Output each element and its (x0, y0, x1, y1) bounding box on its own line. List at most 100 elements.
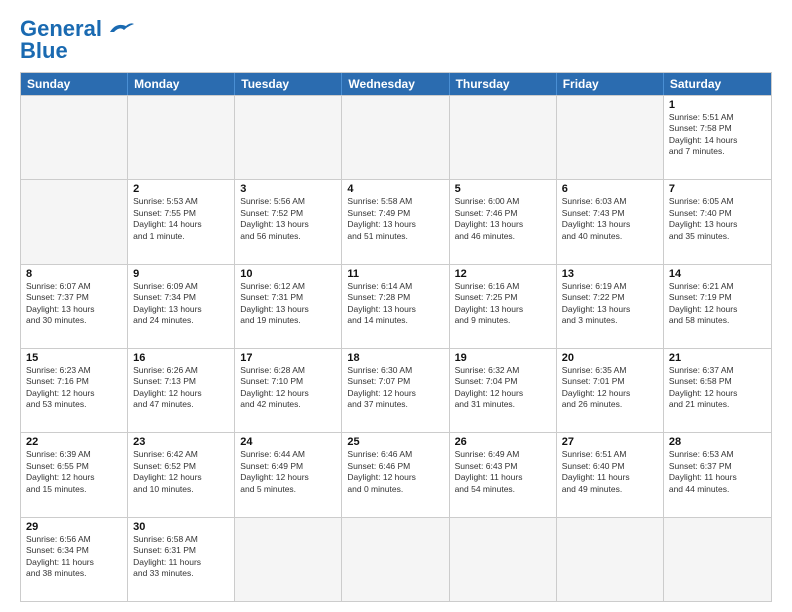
day-number: 2 (133, 183, 229, 195)
day-cell-24: 24Sunrise: 6:44 AMSunset: 6:49 PMDayligh… (235, 433, 342, 516)
cell-info-line: Sunset: 7:16 PM (26, 376, 122, 387)
cell-info-line: Daylight: 11 hours (669, 472, 766, 483)
cell-info-line: Sunset: 7:22 PM (562, 292, 658, 303)
cell-info-line: Sunset: 7:58 PM (669, 123, 766, 134)
cell-info-line: Daylight: 14 hours (669, 135, 766, 146)
cell-info-line: Sunset: 7:07 PM (347, 376, 443, 387)
cell-info-line: Daylight: 11 hours (26, 557, 122, 568)
day-cell-7: 7Sunrise: 6:05 AMSunset: 7:40 PMDaylight… (664, 180, 771, 263)
empty-cell (128, 96, 235, 179)
cell-info-line: Daylight: 12 hours (347, 388, 443, 399)
day-number: 25 (347, 436, 443, 448)
cell-info-line: Daylight: 13 hours (347, 219, 443, 230)
cell-info-line: Sunrise: 6:16 AM (455, 281, 551, 292)
cell-info-line: Sunset: 6:49 PM (240, 461, 336, 472)
cell-info-line: Sunset: 6:52 PM (133, 461, 229, 472)
day-number: 7 (669, 183, 766, 195)
cell-info-line: Sunrise: 6:53 AM (669, 449, 766, 460)
cell-info-line: Sunset: 7:25 PM (455, 292, 551, 303)
cell-info-line: and 9 minutes. (455, 315, 551, 326)
cell-info-line: Sunset: 6:58 PM (669, 376, 766, 387)
cell-info-line: and 14 minutes. (347, 315, 443, 326)
cell-info-line: Sunset: 7:10 PM (240, 376, 336, 387)
cell-info-line: Sunrise: 6:51 AM (562, 449, 658, 460)
empty-cell (235, 518, 342, 601)
day-cell-25: 25Sunrise: 6:46 AMSunset: 6:46 PMDayligh… (342, 433, 449, 516)
cell-info-line: and 30 minutes. (26, 315, 122, 326)
day-number: 26 (455, 436, 551, 448)
day-cell-19: 19Sunrise: 6:32 AMSunset: 7:04 PMDayligh… (450, 349, 557, 432)
cell-info-line: Sunset: 7:52 PM (240, 208, 336, 219)
cell-info-line: Sunrise: 6:26 AM (133, 365, 229, 376)
day-cell-8: 8Sunrise: 6:07 AMSunset: 7:37 PMDaylight… (21, 265, 128, 348)
cell-info-line: Daylight: 12 hours (133, 472, 229, 483)
col-header-wednesday: Wednesday (342, 73, 449, 95)
day-cell-10: 10Sunrise: 6:12 AMSunset: 7:31 PMDayligh… (235, 265, 342, 348)
cell-info-line: Daylight: 11 hours (562, 472, 658, 483)
day-cell-29: 29Sunrise: 6:56 AMSunset: 6:34 PMDayligh… (21, 518, 128, 601)
cell-info-line: and 42 minutes. (240, 399, 336, 410)
calendar-header: SundayMondayTuesdayWednesdayThursdayFrid… (21, 73, 771, 95)
day-cell-2: 2Sunrise: 5:53 AMSunset: 7:55 PMDaylight… (128, 180, 235, 263)
cell-info-line: and 26 minutes. (562, 399, 658, 410)
cell-info-line: Sunset: 7:19 PM (669, 292, 766, 303)
day-number: 20 (562, 352, 658, 364)
empty-cell (450, 96, 557, 179)
cell-info-line: Sunrise: 6:03 AM (562, 196, 658, 207)
day-cell-14: 14Sunrise: 6:21 AMSunset: 7:19 PMDayligh… (664, 265, 771, 348)
cell-info-line: Sunrise: 6:37 AM (669, 365, 766, 376)
cell-info-line: Daylight: 12 hours (347, 472, 443, 483)
cell-info-line: Sunrise: 6:32 AM (455, 365, 551, 376)
cell-info-line: and 31 minutes. (455, 399, 551, 410)
day-cell-28: 28Sunrise: 6:53 AMSunset: 6:37 PMDayligh… (664, 433, 771, 516)
cell-info-line: Daylight: 13 hours (133, 304, 229, 315)
empty-cell (235, 96, 342, 179)
cell-info-line: Daylight: 12 hours (669, 304, 766, 315)
day-number: 13 (562, 268, 658, 280)
cell-info-line: and 1 minute. (133, 231, 229, 242)
cell-info-line: Daylight: 12 hours (133, 388, 229, 399)
cell-info-line: Sunset: 6:37 PM (669, 461, 766, 472)
cell-info-line: Sunset: 7:46 PM (455, 208, 551, 219)
cell-info-line: Sunrise: 6:09 AM (133, 281, 229, 292)
empty-cell (342, 518, 449, 601)
day-number: 18 (347, 352, 443, 364)
day-number: 19 (455, 352, 551, 364)
cell-info-line: Sunrise: 5:51 AM (669, 112, 766, 123)
cell-info-line: and 3 minutes. (562, 315, 658, 326)
cell-info-line: Sunset: 7:37 PM (26, 292, 122, 303)
day-number: 17 (240, 352, 336, 364)
cell-info-line: Sunrise: 6:12 AM (240, 281, 336, 292)
cell-info-line: Daylight: 13 hours (455, 219, 551, 230)
week-row-6: 29Sunrise: 6:56 AMSunset: 6:34 PMDayligh… (21, 517, 771, 601)
cell-info-line: and 53 minutes. (26, 399, 122, 410)
day-cell-17: 17Sunrise: 6:28 AMSunset: 7:10 PMDayligh… (235, 349, 342, 432)
cell-info-line: Sunrise: 6:46 AM (347, 449, 443, 460)
empty-cell (342, 96, 449, 179)
cell-info-line: and 56 minutes. (240, 231, 336, 242)
cell-info-line: Sunset: 7:28 PM (347, 292, 443, 303)
day-cell-15: 15Sunrise: 6:23 AMSunset: 7:16 PMDayligh… (21, 349, 128, 432)
cell-info-line: Sunset: 7:55 PM (133, 208, 229, 219)
empty-cell (664, 518, 771, 601)
header: General Blue (20, 16, 772, 64)
empty-cell (21, 96, 128, 179)
col-header-monday: Monday (128, 73, 235, 95)
week-row-4: 15Sunrise: 6:23 AMSunset: 7:16 PMDayligh… (21, 348, 771, 432)
cell-info-line: Sunrise: 6:58 AM (133, 534, 229, 545)
cell-info-line: and 37 minutes. (347, 399, 443, 410)
calendar-body: 1Sunrise: 5:51 AMSunset: 7:58 PMDaylight… (21, 95, 771, 601)
cell-info-line: Daylight: 12 hours (26, 472, 122, 483)
cell-info-line: Sunset: 7:04 PM (455, 376, 551, 387)
cell-info-line: Sunset: 6:46 PM (347, 461, 443, 472)
day-number: 4 (347, 183, 443, 195)
day-cell-13: 13Sunrise: 6:19 AMSunset: 7:22 PMDayligh… (557, 265, 664, 348)
cell-info-line: Sunrise: 6:28 AM (240, 365, 336, 376)
cell-info-line: Sunrise: 5:58 AM (347, 196, 443, 207)
cell-info-line: Daylight: 13 hours (562, 304, 658, 315)
cell-info-line: and 38 minutes. (26, 568, 122, 579)
cell-info-line: Sunrise: 5:56 AM (240, 196, 336, 207)
day-number: 3 (240, 183, 336, 195)
day-cell-6: 6Sunrise: 6:03 AMSunset: 7:43 PMDaylight… (557, 180, 664, 263)
cell-info-line: Daylight: 13 hours (455, 304, 551, 315)
